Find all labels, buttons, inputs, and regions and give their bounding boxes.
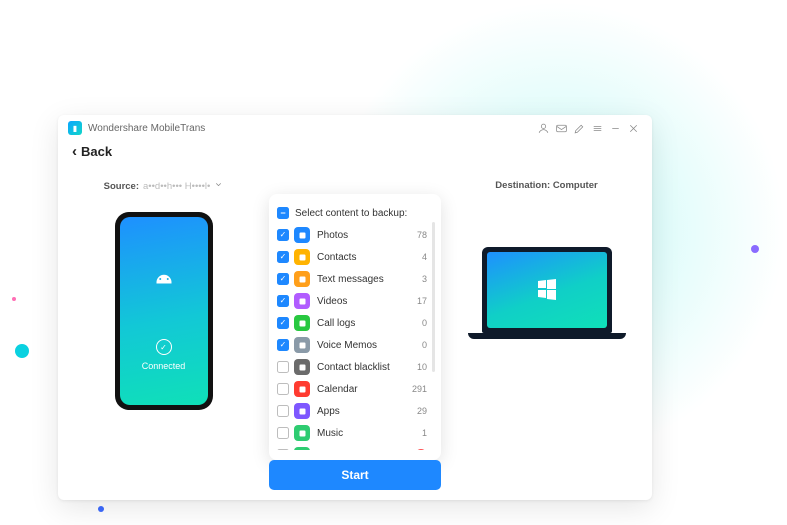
content-checkbox[interactable] (277, 339, 289, 351)
content-label: Calendar (317, 384, 358, 395)
content-count: 0 (422, 318, 427, 328)
select-all-checkbox[interactable] (277, 207, 289, 219)
content-checkbox[interactable] (277, 317, 289, 329)
decor-dot (751, 245, 759, 253)
titlebar: ▮ Wondershare MobileTrans (58, 115, 652, 141)
content-count: 29 (417, 406, 427, 416)
content-checkbox[interactable] (277, 361, 289, 373)
content-type-icon (294, 359, 310, 375)
content-checkbox[interactable] (277, 273, 289, 285)
content-count: 3 (422, 274, 427, 284)
content-row[interactable]: Music 1 (277, 422, 437, 444)
content-checkbox[interactable] (277, 449, 289, 450)
select-all-label: Select content to backup: (295, 208, 407, 219)
content-checkbox[interactable] (277, 383, 289, 395)
destination-label: Destination: Computer (495, 180, 597, 191)
window-title: Wondershare MobileTrans (88, 123, 205, 134)
content-row[interactable]: Text messages 3 (277, 268, 437, 290)
start-button[interactable]: Start (269, 460, 441, 490)
content-type-icon (294, 293, 310, 309)
connected-check-icon: ✓ (156, 339, 172, 355)
decor-dot (15, 344, 29, 358)
app-icon: ▮ (68, 121, 82, 135)
content-label: Apps (317, 406, 340, 417)
content-type-icon (294, 403, 310, 419)
content-checkbox[interactable] (277, 229, 289, 241)
scrollbar[interactable] (432, 222, 435, 372)
chevron-down-icon (214, 180, 223, 192)
content-label: Contact blacklist (317, 362, 390, 373)
content-count: 1 (422, 428, 427, 438)
source-panel: Source: a••d••h••• H••••l• ✓ Connected (76, 174, 251, 490)
destination-panel: Destination: Computer (459, 174, 634, 490)
source-device-illustration: ✓ Connected (115, 212, 213, 410)
account-icon[interactable] (534, 119, 552, 137)
content-label: Videos (317, 296, 347, 307)
source-device-name: a••d••h••• H••••l• (143, 181, 210, 192)
source-status: Connected (142, 361, 186, 371)
content-row[interactable]: Call logs 0 (277, 312, 437, 334)
content-label: Photos (317, 230, 348, 241)
edit-icon[interactable] (570, 119, 588, 137)
content-row[interactable]: Photos 78 (277, 224, 437, 246)
content-type-icon (294, 425, 310, 441)
minimize-button[interactable] (606, 119, 624, 137)
content-checkbox[interactable] (277, 405, 289, 417)
content-count: 0 (422, 340, 427, 350)
content-count: 291 (412, 384, 427, 394)
content-label: Contacts (317, 252, 356, 263)
content-row[interactable]: Contact blacklist 10 (277, 356, 437, 378)
content-count: 78 (417, 230, 427, 240)
android-icon (149, 271, 179, 301)
content-row[interactable]: Voicemail! (277, 444, 437, 450)
content-count: 10 (417, 362, 427, 372)
content-label: Voicemail (317, 450, 360, 451)
content-row[interactable]: Calendar 291 (277, 378, 437, 400)
close-button[interactable] (624, 119, 642, 137)
content-checkbox[interactable] (277, 251, 289, 263)
content-card: Select content to backup: Photos 78 Contac… (269, 194, 441, 460)
content-label: Text messages (317, 274, 384, 285)
content-count: 17 (417, 296, 427, 306)
content-type-icon (294, 315, 310, 331)
content-type-icon (294, 447, 310, 450)
select-all-row[interactable]: Select content to backup: (277, 202, 437, 224)
content-type-icon (294, 249, 310, 265)
menu-icon[interactable] (588, 119, 606, 137)
main-area: Source: a••d••h••• H••••l• ✓ Connected D… (58, 164, 652, 500)
windows-icon (535, 276, 559, 305)
decor-dot (98, 506, 104, 512)
content-label: Call logs (317, 318, 355, 329)
warning-icon: ! (415, 449, 427, 450)
back-label: Back (81, 144, 112, 159)
content-type-icon (294, 337, 310, 353)
chevron-left-icon: ‹ (72, 143, 77, 160)
content-row[interactable]: Videos 17 (277, 290, 437, 312)
source-label[interactable]: Source: a••d••h••• H••••l• (104, 180, 224, 192)
back-button[interactable]: ‹ Back (58, 141, 652, 164)
app-window: ▮ Wondershare MobileTrans ‹ Back Source: (58, 115, 652, 500)
mail-icon[interactable] (552, 119, 570, 137)
decor-dot (12, 297, 16, 301)
content-row[interactable]: Voice Memos 0 (277, 334, 437, 356)
content-type-icon (294, 227, 310, 243)
content-count: 4 (422, 252, 427, 262)
content-label: Music (317, 428, 343, 439)
content-type-icon (294, 271, 310, 287)
content-checkbox[interactable] (277, 427, 289, 439)
content-type-icon (294, 381, 310, 397)
destination-device-illustration (468, 247, 626, 339)
content-row[interactable]: Apps 29 (277, 400, 437, 422)
content-label: Voice Memos (317, 340, 377, 351)
content-checkbox[interactable] (277, 295, 289, 307)
content-row[interactable]: Contacts 4 (277, 246, 437, 268)
